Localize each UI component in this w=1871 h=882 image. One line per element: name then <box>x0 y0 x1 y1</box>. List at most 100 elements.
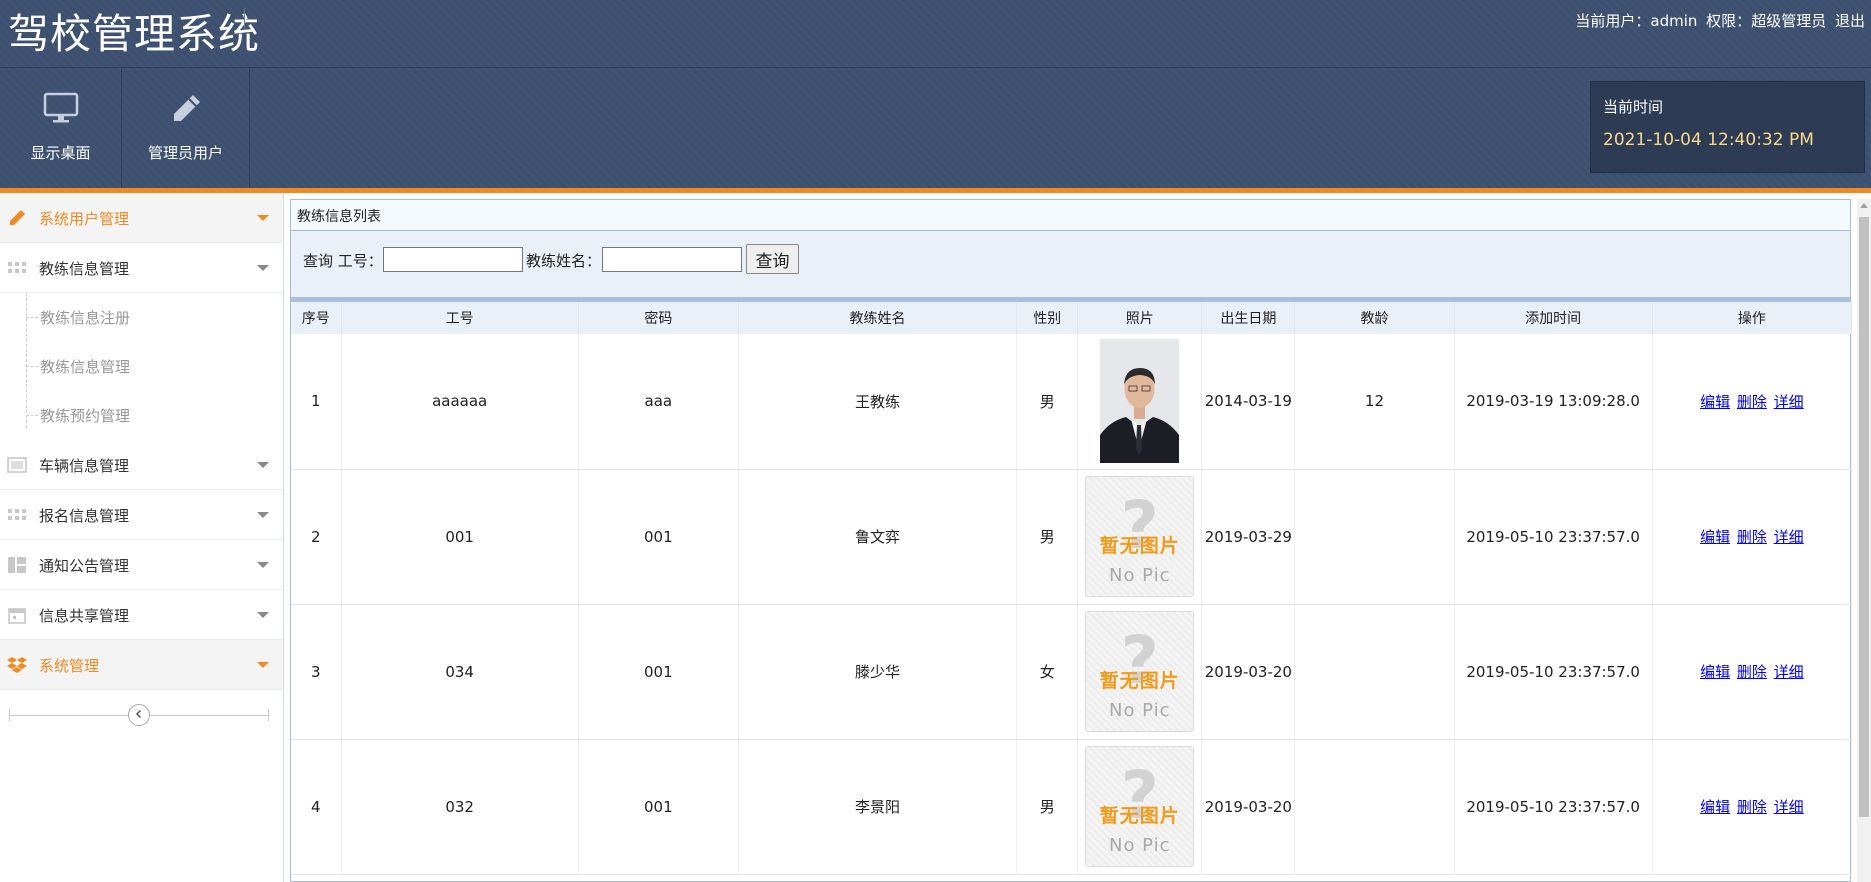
image-icon <box>7 455 27 475</box>
pencil-icon <box>122 89 249 129</box>
user-info: 当前用户：admin 权限：超级管理员 退出 <box>1571 10 1865 31</box>
sidebar-item-info-share[interactable]: 信息共享管理 <box>0 590 283 640</box>
vertical-scrollbar[interactable] <box>1857 199 1871 882</box>
column-header: 性别 <box>1016 302 1079 334</box>
sidebar-item-label: 车辆信息管理 <box>39 457 130 475</box>
cell-job-no: 034 <box>341 604 579 740</box>
title-bar: 驾校管理系统 当前用户：admin 权限：超级管理员 退出 <box>0 0 1871 68</box>
cell-added: 2019-03-19 13:09:28.0 <box>1454 334 1653 470</box>
cell-experience <box>1294 604 1455 740</box>
sidebar-item-label: 通知公告管理 <box>39 557 130 575</box>
job-no-label: 查询 工号： <box>303 252 383 270</box>
edit-link[interactable]: 编辑 <box>1700 528 1730 546</box>
coach-photo <box>1100 339 1180 464</box>
collapse-sidebar-button[interactable] <box>128 704 150 726</box>
app-title: 驾校管理系统 <box>8 10 260 58</box>
cell-gender: 女 <box>1016 604 1079 740</box>
cell-added: 2019-05-10 23:37:57.0 <box>1454 469 1653 605</box>
detail-link[interactable]: 详细 <box>1774 393 1804 411</box>
current-user: admin <box>1650 12 1698 30</box>
edit-link[interactable]: 编辑 <box>1700 798 1730 816</box>
coach-name-input[interactable] <box>602 247 742 272</box>
column-header: 添加时间 <box>1454 302 1653 334</box>
grid-icon <box>7 505 27 525</box>
chevron-left-icon <box>134 707 144 723</box>
cell-password: 001 <box>578 739 739 875</box>
sidebar-item-system-manage[interactable]: 系统管理 <box>0 640 283 690</box>
pencil-icon <box>7 208 27 228</box>
cell-password: 001 <box>578 604 739 740</box>
cell-job-no: 001 <box>341 469 579 605</box>
cell-dob: 2014-03-19 <box>1201 334 1296 470</box>
sidebar-item-system-users[interactable]: 系统用户管理 <box>0 193 283 243</box>
submenu-item-label: 教练信息管理 <box>40 358 131 376</box>
submenu-item-coach-booking[interactable]: 教练预约管理 <box>0 391 283 440</box>
edit-link[interactable]: 编辑 <box>1700 663 1730 681</box>
table-row: 4 032 001 李景阳 男 ? 暂无图片 No Pic 2019-03-20 <box>291 739 1853 875</box>
delete-link[interactable]: 删除 <box>1737 528 1767 546</box>
column-header: 序号 <box>291 302 342 334</box>
cell-gender: 男 <box>1016 739 1079 875</box>
cell-dob: 2019-03-20 <box>1201 604 1296 740</box>
submenu-item-coach-register[interactable]: 教练信息注册 <box>0 293 283 342</box>
delete-link[interactable]: 删除 <box>1737 393 1767 411</box>
sidebar-item-label: 系统用户管理 <box>39 210 130 228</box>
scrollbar-thumb[interactable] <box>1859 217 1869 817</box>
no-picture-text: 暂无图片 <box>1099 805 1180 827</box>
cell-job-no: aaaaaa <box>341 334 579 470</box>
no-picture-text: 暂无图片 <box>1099 670 1180 692</box>
cell-photo: ? 暂无图片 No Pic <box>1077 469 1203 605</box>
delete-link[interactable]: 删除 <box>1737 798 1767 816</box>
top-banner: 驾校管理系统 当前用户：admin 权限：超级管理员 退出 显示桌面 管理员用户 <box>0 0 1871 188</box>
job-no-input[interactable] <box>383 247 523 272</box>
sidebar-collapse-row <box>0 690 283 746</box>
sidebar-item-enrollment-info[interactable]: 报名信息管理 <box>0 490 283 540</box>
cell-actions: 编辑 删除 详细 <box>1652 739 1853 875</box>
detail-link[interactable]: 详细 <box>1774 528 1804 546</box>
cell-actions: 编辑 删除 详细 <box>1652 469 1853 605</box>
title-separator <box>244 8 245 30</box>
scroll-up-icon[interactable] <box>1860 203 1868 208</box>
coach-submenu: 教练信息注册 教练信息管理 教练预约管理 <box>0 293 283 440</box>
divider-tick <box>268 709 269 721</box>
admin-user-label: 管理员用户 <box>147 144 223 162</box>
permission-label: 权限： <box>1706 12 1752 30</box>
layout-icon <box>7 555 27 575</box>
delete-link[interactable]: 删除 <box>1737 663 1767 681</box>
search-button[interactable]: 查询 <box>746 244 799 274</box>
cell-no: 1 <box>291 334 342 470</box>
column-header: 照片 <box>1077 302 1203 334</box>
calendar-icon <box>7 605 27 625</box>
sidebar-item-label: 信息共享管理 <box>39 607 130 625</box>
sidebar-item-vehicle-info[interactable]: 车辆信息管理 <box>0 440 283 490</box>
detail-link[interactable]: 详细 <box>1774 663 1804 681</box>
sidebar-item-coach-info[interactable]: 教练信息管理 <box>0 243 283 293</box>
admin-user-button[interactable]: 管理员用户 <box>122 69 250 188</box>
coach-table: 序号 工号 密码 教练姓名 性别 照片 出生日期 教龄 添加时间 操作 1 aa… <box>291 302 1853 875</box>
edit-link[interactable]: 编辑 <box>1700 393 1730 411</box>
column-header: 密码 <box>578 302 739 334</box>
sidebar-item-label: 教练信息管理 <box>39 260 130 278</box>
table-header-row: 序号 工号 密码 教练姓名 性别 照片 出生日期 教龄 添加时间 操作 <box>291 302 1853 334</box>
permission-value: 超级管理员 <box>1751 12 1827 30</box>
show-desktop-label: 显示桌面 <box>30 144 91 162</box>
sidebar-item-notice[interactable]: 通知公告管理 <box>0 540 283 590</box>
cell-name: 王教练 <box>738 334 1018 470</box>
cell-experience <box>1294 469 1455 605</box>
divider-tick <box>9 709 10 721</box>
sidebar-item-label: 报名信息管理 <box>39 507 130 525</box>
detail-link[interactable]: 详细 <box>1774 798 1804 816</box>
sidebar-item-label: 系统管理 <box>39 657 100 675</box>
dropbox-icon <box>7 655 27 675</box>
caret-down-icon <box>257 562 269 568</box>
submenu-item-coach-manage[interactable]: 教练信息管理 <box>0 342 283 391</box>
table-row: 1 aaaaaa aaa 王教练 男 2014-03-19 12 2019-03… <box>291 334 1853 470</box>
clock-value: 2021-10-04 12:40:32 PM <box>1603 130 1814 150</box>
cell-job-no: 032 <box>341 739 579 875</box>
cell-actions: 编辑 删除 详细 <box>1652 334 1853 470</box>
clock-box: 当前时间 2021-10-04 12:40:32 PM <box>1590 81 1865 173</box>
monitor-icon <box>0 89 121 129</box>
logout-link[interactable]: 退出 <box>1835 12 1865 30</box>
show-desktop-button[interactable]: 显示桌面 <box>0 69 122 188</box>
cell-gender: 男 <box>1016 469 1079 605</box>
